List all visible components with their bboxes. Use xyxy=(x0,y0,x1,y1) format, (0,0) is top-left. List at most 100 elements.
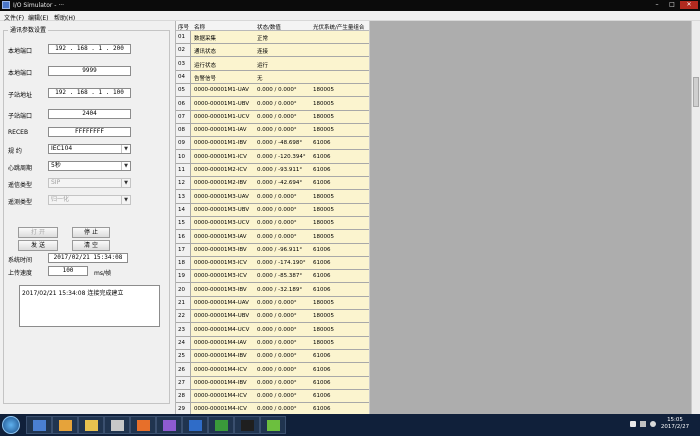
table-row[interactable]: 13 0000-00001M3-UAV 0.000 / 0.000° 180005 xyxy=(176,191,369,204)
cell-name: 0000-00001M4-ICV xyxy=(194,406,247,413)
taskbar-clock[interactable]: 15:05 2017/2/27 xyxy=(658,417,692,431)
table-row[interactable]: 14 0000-00001M3-UBV 0.000 / 0.000° 180005 xyxy=(176,204,369,217)
table-row[interactable]: 09 0000-00001M1-IBV 0.000 / -48.698° 61006 xyxy=(176,137,369,151)
table-row[interactable]: 23 0000-00001M4-UCV 0.000 / 0.000° 180005 xyxy=(176,324,369,337)
log-textarea[interactable]: 2017/02/21 15:34:08 连接完成建立 xyxy=(19,285,160,327)
table-row[interactable]: 27 0000-00001M4-IBV 0.000 / 0.000° 61006 xyxy=(176,377,369,390)
start-button-icon[interactable] xyxy=(2,416,20,434)
cell-code: 61006 xyxy=(313,140,331,147)
start-button[interactable]: 打 开 xyxy=(18,227,58,238)
table-row[interactable]: 04 告警信号 无 xyxy=(176,71,369,84)
cell-index: 24 xyxy=(178,339,185,346)
protocol-select[interactable]: IEC104 ▼ xyxy=(48,144,131,154)
cell-name: 0000-00001M1-ICV xyxy=(194,153,247,160)
table-row[interactable]: 25 0000-00001M4-IBV 0.000 / 0.000° 61006 xyxy=(176,350,369,364)
taskbar-item[interactable] xyxy=(182,416,208,434)
col-header-index[interactable]: 序号 xyxy=(178,23,189,31)
field-label-local-ip: 本地端口 xyxy=(8,48,33,55)
send-button[interactable]: 发 送 xyxy=(18,240,58,251)
chevron-down-icon[interactable]: ▼ xyxy=(121,145,130,153)
remote-port-input[interactable]: 2404 xyxy=(48,109,131,119)
cell-index: 09 xyxy=(178,140,185,147)
col-header-value[interactable]: 状态/数值 xyxy=(257,23,281,31)
table-row[interactable]: 06 0000-00001M1-UBV 0.000 / 0.000° 180005 xyxy=(176,98,369,111)
table-row[interactable]: 29 0000-00001M4-ICV 0.000 / 0.000° 61006 xyxy=(176,403,369,414)
table-row[interactable]: 20 0000-00001M3-IBV 0.000 / -32.189° 61006 xyxy=(176,284,369,297)
table-row[interactable]: 16 0000-00001M3-IAV 0.000 / 0.000° 180005 xyxy=(176,231,369,244)
table-row[interactable]: 22 0000-00001M4-UBV 0.000 / 0.000° 180005 xyxy=(176,310,369,324)
table-row[interactable]: 19 0000-00001M3-ICV 0.000 / -85.387° 61006 xyxy=(176,270,369,284)
flag-icon[interactable] xyxy=(630,421,636,427)
receb-input[interactable]: FFFFFFFF xyxy=(48,127,131,137)
table-row[interactable]: 05 0000-00001M1-UAV 0.000 / 0.000° 180005 xyxy=(176,84,369,98)
cell-value: 0.000 / 0.000° xyxy=(257,326,297,333)
cell-name: 0000-00001M1-IBV xyxy=(194,140,247,147)
heartbeat-select[interactable]: 5秒 ▼ xyxy=(48,161,131,171)
measure-type-select[interactable]: 归一化 ▼ xyxy=(48,195,131,205)
table-row[interactable]: 10 0000-00001M1-ICV 0.000 / -120.394° 61006 xyxy=(176,151,369,164)
table-row[interactable]: 02 通讯状态 连接 xyxy=(176,44,369,58)
table-row[interactable]: 08 0000-00001M1-IAV 0.000 / 0.000° 180005 xyxy=(176,124,369,138)
taskbar-item[interactable] xyxy=(130,416,156,434)
signal-type-select[interactable]: SIP ▼ xyxy=(48,178,131,188)
network-icon[interactable] xyxy=(640,421,646,427)
taskbar-item[interactable] xyxy=(78,416,104,434)
local-port-input[interactable]: 9999 xyxy=(48,66,131,76)
table-row[interactable]: 17 0000-00001M3-IBV 0.000 / -96.911° 61006 xyxy=(176,244,369,257)
table-row[interactable]: 21 0000-00001M4-UAV 0.000 / 0.000° 180005 xyxy=(176,297,369,310)
cell-index: 19 xyxy=(178,273,185,280)
table-row[interactable]: 03 运行状态 运行 xyxy=(176,58,369,71)
remote-ip-input[interactable]: 192 . 168 . 1 . 100 xyxy=(48,88,131,98)
measure-type-select-value: 归一化 xyxy=(51,196,70,203)
taskbar-item[interactable] xyxy=(156,416,182,434)
taskbar-item[interactable] xyxy=(208,416,234,434)
scrollbar-thumb[interactable] xyxy=(693,77,699,107)
taskbar-item[interactable] xyxy=(52,416,78,434)
cell-index: 25 xyxy=(178,353,185,360)
data-table[interactable]: 序号 名称 状态/数值 光伏系统/产生量组合 01 数据采集 正常 02 通讯状态 连接 0… xyxy=(176,21,370,414)
table-row[interactable]: 24 0000-00001M4-IAV 0.000 / 0.000° 180005 xyxy=(176,337,369,350)
cell-code: 61006 xyxy=(313,153,331,160)
simulator-icon xyxy=(267,420,280,431)
taskbar-item[interactable] xyxy=(26,416,52,434)
chevron-down-icon[interactable]: ▼ xyxy=(121,179,130,187)
vertical-scrollbar[interactable] xyxy=(691,21,700,414)
taskbar-item[interactable] xyxy=(104,416,130,434)
cell-value: 0.000 / 0.000° xyxy=(257,100,297,107)
table-row[interactable]: 15 0000-00001M3-UCV 0.000 / 0.000° 180005 xyxy=(176,217,369,231)
maximize-button[interactable]: □ xyxy=(665,1,679,9)
documents-icon xyxy=(111,420,124,431)
cell-name: 0000-00001M2-IBV xyxy=(194,180,247,187)
taskbar-item[interactable] xyxy=(260,416,286,434)
local-ip-input[interactable]: 192 . 168 . 1 . 200 xyxy=(48,44,131,54)
col-header-code[interactable]: 光伏系统/产生量组合 xyxy=(313,23,364,31)
cell-value: 0.000 / 0.000° xyxy=(257,406,297,413)
chevron-down-icon[interactable]: ▼ xyxy=(121,162,130,170)
log-entry: 2017/02/21 15:34:08 连接完成建立 xyxy=(22,290,124,297)
stop-button[interactable]: 停 止 xyxy=(72,227,110,238)
combo-label-heartbeat: 心跳周期 xyxy=(8,165,33,172)
table-row[interactable]: 11 0000-00001M2-ICV 0.000 / -93.911° 61006 xyxy=(176,164,369,177)
table-row[interactable]: 28 0000-00001M4-ICV 0.000 / 0.000° 61006 xyxy=(176,390,369,404)
table-row[interactable]: 18 0000-00001M3-ICV 0.000 / -174.190° 61006 xyxy=(176,257,369,271)
chevron-down-icon[interactable]: ▼ xyxy=(121,196,130,204)
table-row[interactable]: 26 0000-00001M4-ICV 0.000 / 0.000° 61006 xyxy=(176,364,369,377)
col-header-name[interactable]: 名称 xyxy=(194,23,205,31)
cell-value: 无 xyxy=(257,75,263,82)
cell-value: 0.000 / -93.911° xyxy=(257,167,303,173)
cell-code: 61006 xyxy=(313,273,331,280)
table-row[interactable]: 01 数据采集 正常 xyxy=(176,31,369,44)
cell-value: 0.000 / 0.000° xyxy=(257,127,297,134)
upload-rate-input[interactable]: 100 xyxy=(48,266,88,276)
cell-value: 0.000 / 0.000° xyxy=(257,87,297,94)
clear-button[interactable]: 清 空 xyxy=(72,240,110,251)
cell-index: 21 xyxy=(178,300,185,306)
table-row[interactable]: 07 0000-00001M1-UCV 0.000 / 0.000° 180005 xyxy=(176,111,369,124)
cell-value: 0.000 / -85.387° xyxy=(257,273,303,280)
cell-value: 0.000 / 0.000° xyxy=(257,206,297,213)
close-button[interactable]: ✕ xyxy=(680,1,698,9)
table-row[interactable]: 12 0000-00001M2-IBV 0.000 / -42.694° 61006 xyxy=(176,177,369,191)
minimize-button[interactable]: – xyxy=(650,1,664,9)
taskbar-item[interactable] xyxy=(234,416,260,434)
volume-icon[interactable] xyxy=(650,421,656,427)
